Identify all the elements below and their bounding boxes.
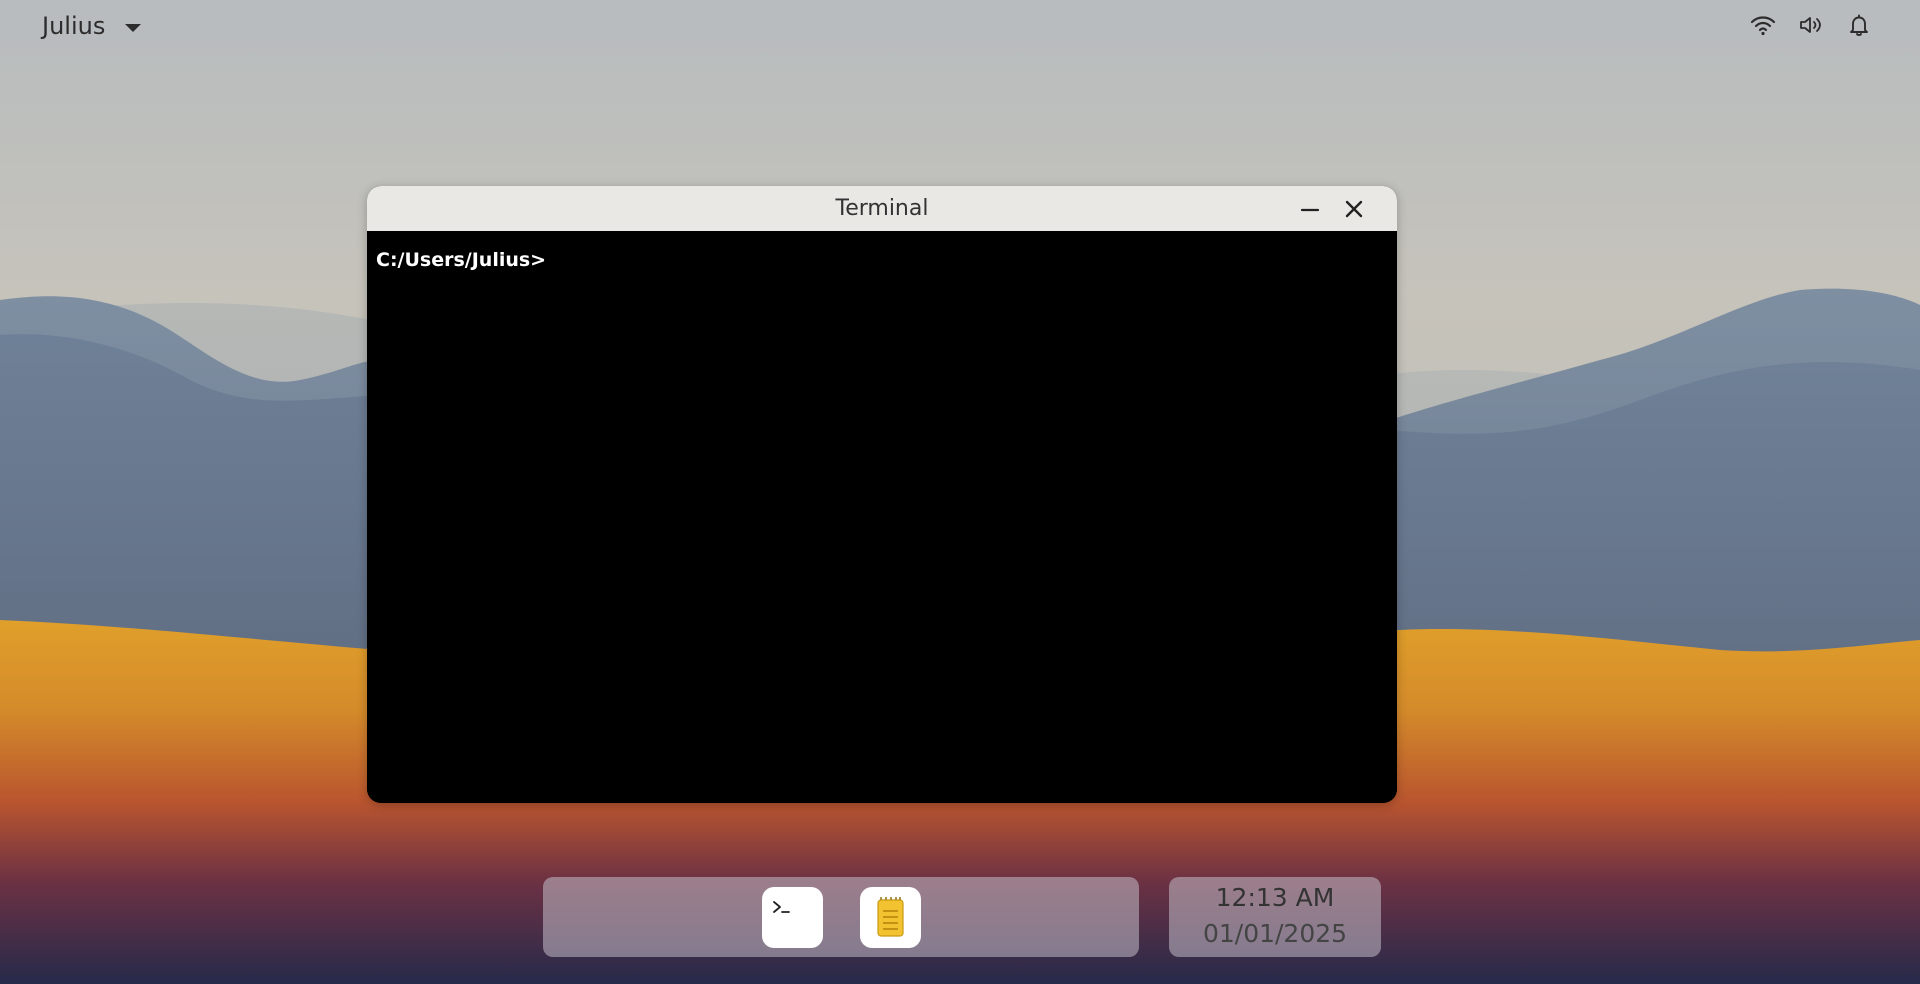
- minimize-button[interactable]: [1295, 194, 1325, 224]
- dock-terminal-app[interactable]: [762, 887, 823, 948]
- terminal-prompt: C:/Users/Julius>: [376, 249, 547, 271]
- terminal-icon: [773, 901, 790, 913]
- terminal-window[interactable]: Terminal C:/Users/Julius>: [367, 186, 1397, 803]
- window-titlebar[interactable]: Terminal: [367, 186, 1397, 231]
- desktop[interactable]: Julius Terminal C:/Users/Julius> 12:13 A…: [0, 0, 1920, 984]
- terminal-body[interactable]: C:/Users/Julius>: [367, 231, 1397, 803]
- user-name: Julius: [42, 12, 106, 40]
- dock-notes-app[interactable]: [860, 887, 921, 948]
- wifi-icon[interactable]: [1750, 12, 1776, 38]
- system-tray: [1750, 12, 1872, 38]
- volume-icon[interactable]: [1798, 12, 1824, 38]
- minimize-icon: [1300, 208, 1320, 212]
- close-button[interactable]: [1339, 194, 1369, 224]
- window-title: Terminal: [835, 196, 929, 221]
- top-bar: Julius: [0, 0, 1920, 52]
- bell-icon[interactable]: [1846, 12, 1872, 38]
- clock-widget[interactable]: 12:13 AM 01/01/2025: [1169, 877, 1381, 957]
- clock-time: 12:13 AM: [1215, 883, 1335, 912]
- close-icon: [1345, 200, 1363, 218]
- user-menu[interactable]: Julius: [42, 10, 142, 42]
- clock-date: 01/01/2025: [1202, 919, 1348, 948]
- chevron-down-icon: [125, 24, 142, 32]
- dock: [543, 877, 1139, 957]
- notepad-icon: [877, 897, 904, 937]
